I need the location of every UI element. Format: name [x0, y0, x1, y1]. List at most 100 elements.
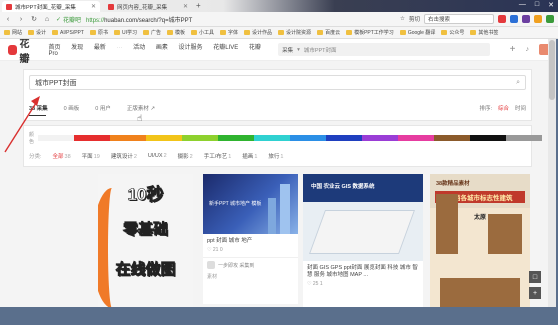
bookmark-item[interactable]: 百度云	[317, 29, 340, 36]
pin-board[interactable]: 素材	[203, 272, 298, 281]
float-button[interactable]: +	[529, 287, 541, 299]
pin-image[interactable]: 新手PPT 城市地产 模板	[203, 174, 298, 234]
huaban-logo[interactable]: 花瓣	[8, 39, 38, 65]
browser-search-box[interactable]: 右击搜索	[424, 14, 494, 24]
bookmark-item[interactable]: 字体	[220, 29, 238, 36]
nav-events[interactable]: 活动	[133, 45, 145, 51]
maximize-button[interactable]: □	[535, 1, 539, 9]
bookmark-item[interactable]: 设计作品	[244, 29, 272, 36]
category-item[interactable]: 摄影2	[178, 152, 193, 160]
bookmark-item[interactable]: Google 翻译	[399, 29, 435, 36]
bookmark-item[interactable]: 设计院资源	[278, 29, 311, 36]
nav-huasu[interactable]: 画素	[156, 45, 168, 51]
new-tab-button[interactable]: +	[196, 1, 201, 10]
close-window-button[interactable]: ✕	[548, 1, 554, 9]
nav-huaban-live[interactable]: 花瓣LIVE	[213, 45, 238, 51]
bookmark-item[interactable]: 广告	[142, 29, 161, 36]
bookmark-item[interactable]: UI学习	[113, 29, 137, 36]
color-label: 颜色	[29, 132, 35, 145]
extension-icon[interactable]	[510, 15, 518, 23]
tab-users[interactable]: 0 用户	[95, 104, 111, 112]
category-name: UI/UX	[147, 153, 163, 159]
back-icon[interactable]: ‹	[4, 16, 12, 23]
color-swatch[interactable]	[434, 135, 471, 141]
search-input[interactable]: 城市PPT封面 ⌕	[29, 75, 526, 90]
scrollbar-thumb[interactable]	[549, 40, 555, 100]
color-swatch[interactable]	[254, 135, 291, 141]
bell-icon[interactable]: ♪	[526, 46, 530, 53]
color-swatch[interactable]	[146, 135, 183, 141]
pin-stats: ♡ 21 0	[203, 246, 298, 254]
search-icon[interactable]: ⌕	[516, 79, 520, 87]
bookmark-item[interactable]: 设计	[28, 29, 46, 36]
tab-pins[interactable]: 38 采集	[29, 104, 48, 112]
category-item[interactable]: 旅行1	[268, 152, 283, 160]
forward-icon[interactable]: ›	[17, 16, 25, 23]
category-item[interactable]: 插画1	[242, 152, 257, 160]
color-swatch[interactable]	[74, 135, 111, 141]
avatar[interactable]	[207, 261, 215, 270]
category-item[interactable]: 手工/布艺1	[204, 152, 232, 160]
tab-active[interactable]: 城市PPT封面_花瓣_采集 ✕	[2, 1, 100, 12]
reload-icon[interactable]: ↻	[30, 15, 38, 23]
bookmark-item[interactable]: 模板	[166, 29, 185, 36]
color-swatch[interactable]	[218, 135, 255, 141]
color-swatch[interactable]	[506, 135, 543, 141]
category-item[interactable]: UI/UX2	[148, 153, 167, 159]
bookmark-item[interactable]: 公众号	[441, 29, 464, 36]
security-badge[interactable]: ✓ 花瓣吧	[56, 15, 81, 24]
tab-close-icon[interactable]: ✕	[183, 3, 188, 10]
pin-card[interactable]: 中国 农业云 GIS 数据系统 封面 GIS GPS ppt封面 展览封面 科技…	[303, 174, 423, 307]
color-swatch[interactable]	[38, 135, 75, 141]
extension-icon[interactable]	[546, 15, 554, 23]
star-icon[interactable]: ☆	[400, 16, 405, 22]
pin-image[interactable]: 38款精品素材 山西各城市标志性建筑 太原 大同	[430, 174, 530, 307]
pin-user[interactable]: 一步即攻 采集到	[203, 257, 298, 272]
extension-icon[interactable]	[498, 15, 506, 23]
nav-latest[interactable]: 最新	[94, 45, 106, 51]
minimize-button[interactable]: —	[519, 1, 526, 9]
tab-close-icon[interactable]: ✕	[91, 3, 96, 10]
home-icon[interactable]: ⌂	[43, 16, 51, 23]
float-button[interactable]: □	[529, 271, 541, 283]
bookmark-item[interactable]: 网站	[4, 29, 22, 36]
color-swatch[interactable]	[110, 135, 147, 141]
tab-boards[interactable]: 0 画板	[64, 104, 80, 112]
category-item[interactable]: 建筑设计2	[111, 152, 137, 160]
color-swatch[interactable]	[398, 135, 435, 141]
pin-title[interactable]: 封面 GIS GPS ppt封面 展览封面 科技 城市 智慧 服务 城市地图 M…	[303, 261, 423, 280]
nav-design-service[interactable]: 设计服务	[179, 45, 203, 51]
url-field[interactable]: https://huaban.com/search/?q=城市PPT	[86, 15, 234, 24]
bookmark-item[interactable]: 原书	[89, 29, 108, 36]
color-swatch[interactable]	[290, 135, 327, 141]
extension-icon[interactable]	[522, 15, 530, 23]
sort-option-default[interactable]: 综合	[498, 104, 509, 112]
color-swatch[interactable]	[362, 135, 399, 141]
add-icon[interactable]: +	[510, 44, 516, 55]
category-item[interactable]: 平面19	[82, 152, 100, 160]
bookmark-item[interactable]: AI/PS/PPT	[52, 30, 84, 36]
pin-card[interactable]: 10秒 零基础 在线做图	[98, 174, 193, 307]
color-swatch[interactable]	[182, 135, 219, 141]
pin-title[interactable]: ppt 封面 城市 地产	[203, 234, 298, 246]
pin-card[interactable]: 38款精品素材 山西各城市标志性建筑 太原 大同	[430, 174, 530, 307]
color-swatch[interactable]	[470, 135, 507, 141]
bookmark-item[interactable]: 其他书签	[470, 29, 498, 36]
folder-icon	[166, 30, 173, 35]
nav-discover[interactable]: 发现	[71, 45, 83, 51]
tab-licensed[interactable]: 正版素材 ↗	[127, 104, 155, 112]
extension-icon[interactable]	[534, 15, 542, 23]
pin-image[interactable]: 10秒 零基础 在线做图	[98, 174, 193, 307]
bookmark-item[interactable]: 小工具	[191, 29, 214, 36]
category-item[interactable]: 全部38	[53, 152, 71, 160]
search-scope-select[interactable]: 采集	[282, 46, 293, 54]
color-swatch[interactable]	[326, 135, 363, 141]
bookmark-item[interactable]: 模板PPT工作学习	[346, 29, 394, 36]
tab-inactive[interactable]: 网页内容_花瓣_采集 ✕	[104, 1, 192, 12]
pin-image[interactable]: 中国 农业云 GIS 数据系统	[303, 174, 423, 261]
sort-option-time[interactable]: 时间	[515, 104, 526, 112]
nav-more-icon[interactable]: ···	[117, 45, 123, 51]
header-search[interactable]: 采集 ▾ 城市PPT封面	[278, 43, 490, 56]
pin-card[interactable]: 新手PPT 城市地产 模板 ppt 封面 城市 地产 ♡ 21 0 一步即攻 采…	[203, 174, 298, 304]
cut-button[interactable]: 剪切	[409, 15, 420, 23]
